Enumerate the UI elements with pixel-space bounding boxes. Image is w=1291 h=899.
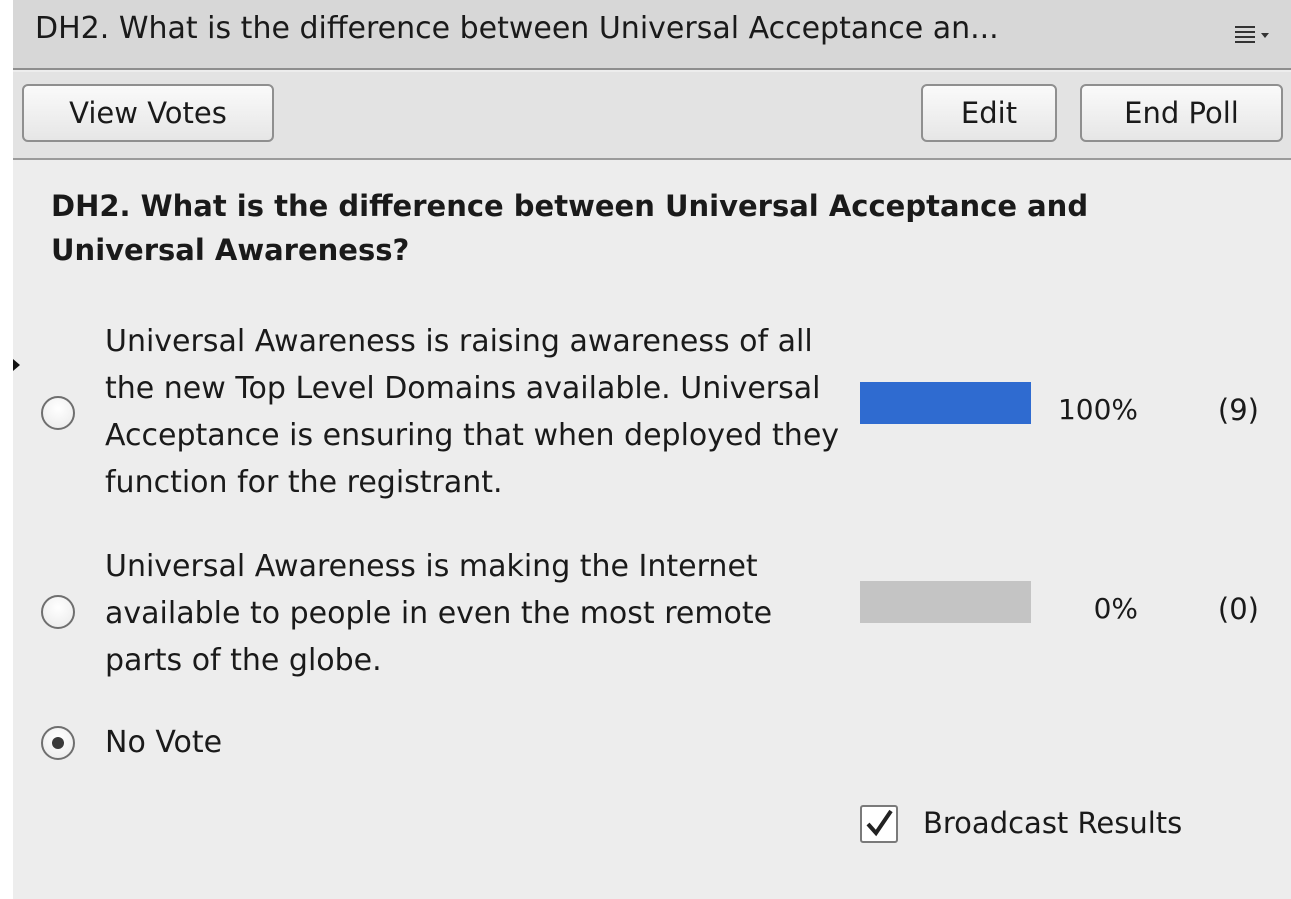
option-2-label: Universal Awareness is making the Intern…: [105, 549, 773, 678]
pointer-cursor-icon: [13, 359, 20, 371]
option-1-result-bar: [860, 382, 1031, 424]
no-vote-radio[interactable]: [41, 726, 75, 760]
broadcast-results-checkbox[interactable]: [860, 805, 898, 843]
end-poll-button[interactable]: End Poll: [1080, 84, 1283, 142]
poll-title-bar: DH2. What is the difference between Univ…: [13, 0, 1291, 70]
hamburger-menu-dropdown-icon[interactable]: [1235, 14, 1281, 50]
option-1-radio[interactable]: [41, 396, 75, 430]
option-1-count: (9): [1217, 393, 1259, 427]
edit-button[interactable]: Edit: [921, 84, 1057, 142]
option-2-result-bar: [860, 581, 1031, 623]
poll-question: DH2. What is the difference between Univ…: [51, 189, 1089, 267]
option-2-count: (0): [1217, 592, 1259, 626]
no-vote-label: No Vote: [105, 725, 223, 760]
poll-title: DH2. What is the difference between Univ…: [35, 11, 999, 46]
view-votes-button[interactable]: View Votes: [22, 84, 274, 142]
option-1-label: Universal Awareness is raising awareness…: [105, 324, 840, 500]
radio-selected-dot: [52, 737, 64, 749]
option-1-percent: 100%: [1057, 393, 1138, 426]
option-2-percent: 0%: [1093, 592, 1138, 625]
broadcast-results-label[interactable]: Broadcast Results: [923, 802, 1182, 844]
option-1-result-fill: [860, 382, 1031, 424]
option-2-radio[interactable]: [41, 595, 75, 629]
checkmark-icon: [866, 809, 893, 837]
